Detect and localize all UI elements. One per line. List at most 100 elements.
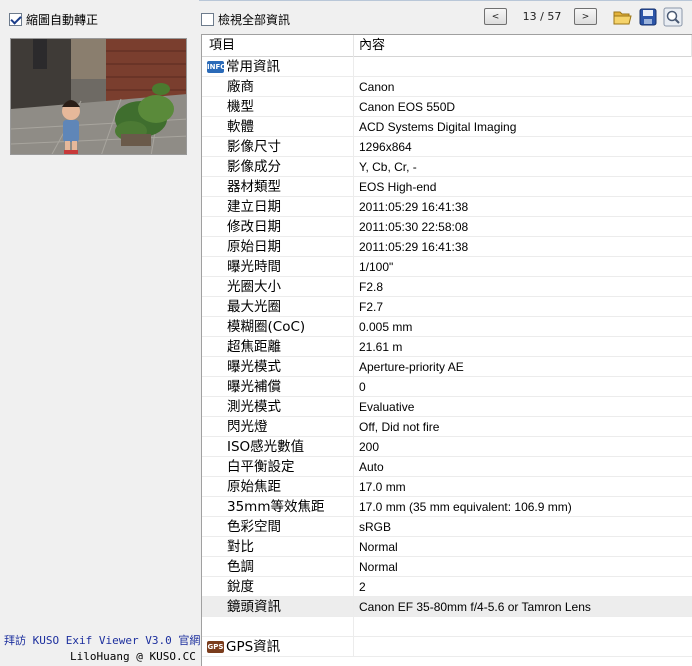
column-header-item[interactable]: 項目 bbox=[202, 35, 354, 57]
table-row[interactable]: 軟體 ACD Systems Digital Imaging bbox=[202, 117, 692, 137]
row-value: 2011:05:29 16:41:38 bbox=[359, 240, 469, 254]
spacer-row bbox=[202, 617, 692, 637]
table-row[interactable]: 影像尺寸 1296x864 bbox=[202, 137, 692, 157]
row-value: Evaluative bbox=[359, 400, 415, 414]
row-value: Auto bbox=[359, 460, 384, 474]
group-row-gps[interactable]: GPS GPS資訊 bbox=[202, 637, 692, 657]
image-counter: 13 / 57 bbox=[522, 10, 562, 23]
row-item: 曝光模式 bbox=[202, 357, 354, 377]
prev-button[interactable]: < bbox=[484, 8, 507, 25]
row-value: sRGB bbox=[359, 520, 392, 534]
table-row[interactable]: 色彩空間 sRGB bbox=[202, 517, 692, 537]
row-value: 2011:05:29 16:41:38 bbox=[359, 200, 469, 214]
exif-table: 項目 內容 INFO 常用資訊 廠商 Canon 機型 Canon EOS 550D 軟… bbox=[201, 34, 692, 666]
row-item: 影像成分 bbox=[202, 157, 354, 177]
show-all-label: 檢視全部資訊 bbox=[218, 13, 291, 27]
photo-thumbnail-image bbox=[11, 39, 186, 154]
row-value: Y, Cb, Cr, - bbox=[359, 160, 417, 174]
row-item: 曝光時間 bbox=[202, 257, 354, 277]
row-item: 對比 bbox=[202, 537, 354, 557]
info-icon: INFO bbox=[207, 61, 227, 73]
show-all-checkbox[interactable] bbox=[201, 13, 214, 26]
table-row[interactable]: 色調 Normal bbox=[202, 557, 692, 577]
row-value: Canon EOS 550D bbox=[359, 100, 456, 114]
row-item: 影像尺寸 bbox=[202, 137, 354, 157]
auto-rotate-checkbox[interactable] bbox=[9, 12, 22, 26]
table-row[interactable]: 閃光燈 Off, Did not fire bbox=[202, 417, 692, 437]
table-row[interactable]: 廠商 Canon bbox=[202, 77, 692, 97]
table-row[interactable]: 光圈大小 F2.8 bbox=[202, 277, 692, 297]
row-item: 色調 bbox=[202, 557, 354, 577]
table-row[interactable]: 35mm等效焦距 17.0 mm (35 mm equivalent: 106.9… bbox=[202, 497, 692, 517]
table-row[interactable]: 曝光時間 1/100" bbox=[202, 257, 692, 277]
row-value: F2.8 bbox=[359, 280, 384, 294]
table-row[interactable]: 白平衡設定 Auto bbox=[202, 457, 692, 477]
row-item: 機型 bbox=[202, 97, 354, 117]
row-item: 35mm等效焦距 bbox=[202, 497, 354, 517]
row-item: 曝光補償 bbox=[202, 377, 354, 397]
table-row[interactable]: 銳度 2 bbox=[202, 577, 692, 597]
table-row[interactable]: 模糊圈(CoC) 0.005 mm bbox=[202, 317, 692, 337]
row-item: ISO感光數值 bbox=[202, 437, 354, 457]
table-row[interactable]: ISO感光數值 200 bbox=[202, 437, 692, 457]
table-row[interactable]: 曝光模式 Aperture-priority AE bbox=[202, 357, 692, 377]
official-site-link[interactable]: 拜訪 KUSO Exif Viewer V3.0 官網 bbox=[4, 632, 200, 648]
table-row[interactable]: 最大光圈 F2.7 bbox=[202, 297, 692, 317]
row-item: 白平衡設定 bbox=[202, 457, 354, 477]
table-row[interactable]: 對比 Normal bbox=[202, 537, 692, 557]
table-row[interactable]: 曝光補償 0 bbox=[202, 377, 692, 397]
show-all-option[interactable]: 檢視全部資訊 bbox=[201, 11, 290, 28]
row-item: 鏡頭資訊 bbox=[202, 597, 354, 617]
row-item: 閃光燈 bbox=[202, 417, 354, 437]
table-row[interactable]: 測光模式 Evaluative bbox=[202, 397, 692, 417]
table-header: 項目 內容 bbox=[202, 35, 692, 57]
row-value: Off, Did not fire bbox=[359, 420, 440, 434]
table-row[interactable]: 鏡頭資訊 Canon EF 35-80mm f/4-5.6 or Tamron L… bbox=[202, 597, 692, 617]
auto-rotate-label: 縮圖自動轉正 bbox=[26, 12, 99, 27]
row-value: Normal bbox=[359, 540, 398, 554]
row-item: 修改日期 bbox=[202, 217, 354, 237]
row-value: 17.0 mm (35 mm equivalent: 106.9 mm) bbox=[359, 500, 572, 514]
row-item: 建立日期 bbox=[202, 197, 354, 217]
row-value: 21.61 m bbox=[359, 340, 403, 354]
row-item: 超焦距離 bbox=[202, 337, 354, 357]
group-row-general[interactable]: INFO 常用資訊 bbox=[202, 57, 692, 77]
column-header-content[interactable]: 內容 bbox=[354, 35, 692, 57]
table-row[interactable]: 修改日期 2011:05:30 22:58:08 bbox=[202, 217, 692, 237]
row-value: F2.7 bbox=[359, 300, 384, 314]
row-value: Normal bbox=[359, 560, 398, 574]
auto-rotate-option[interactable]: 縮圖自動轉正 bbox=[9, 11, 98, 27]
row-value: Canon EF 35-80mm f/4-5.6 or Tamron Lens bbox=[359, 600, 591, 614]
row-value: 17.0 mm bbox=[359, 480, 406, 494]
table-row[interactable]: 機型 Canon EOS 550D bbox=[202, 97, 692, 117]
row-value: EOS High-end bbox=[359, 180, 437, 194]
row-item: 器材類型 bbox=[202, 177, 354, 197]
author-credit: LiloHuang @ KUSO.CC bbox=[70, 650, 196, 663]
group-label-general: 常用資訊 bbox=[226, 59, 280, 75]
table-row[interactable]: 建立日期 2011:05:29 16:41:38 bbox=[202, 197, 692, 217]
table-row[interactable]: 超焦距離 21.61 m bbox=[202, 337, 692, 357]
row-item: 原始焦距 bbox=[202, 477, 354, 497]
photo-thumbnail[interactable] bbox=[10, 38, 187, 155]
row-item: 測光模式 bbox=[202, 397, 354, 417]
row-value: 1296x864 bbox=[359, 140, 412, 154]
row-item: 模糊圈(CoC) bbox=[202, 317, 354, 337]
zoom-icon[interactable] bbox=[663, 7, 683, 27]
row-item: 廠商 bbox=[202, 77, 354, 97]
row-item: 原始日期 bbox=[202, 237, 354, 257]
row-value: ACD Systems Digital Imaging bbox=[359, 120, 517, 134]
open-folder-icon[interactable] bbox=[612, 7, 632, 27]
row-value: 1/100" bbox=[359, 260, 394, 274]
table-row[interactable]: 原始焦距 17.0 mm bbox=[202, 477, 692, 497]
table-row[interactable]: 器材類型 EOS High-end bbox=[202, 177, 692, 197]
row-item: 軟體 bbox=[202, 117, 354, 137]
table-row[interactable]: 影像成分 Y, Cb, Cr, - bbox=[202, 157, 692, 177]
table-row[interactable]: 原始日期 2011:05:29 16:41:38 bbox=[202, 237, 692, 257]
next-arrow-icon: > bbox=[581, 11, 590, 22]
row-item: 銳度 bbox=[202, 577, 354, 597]
next-button[interactable]: > bbox=[574, 8, 597, 25]
row-item: 光圈大小 bbox=[202, 277, 354, 297]
save-icon[interactable] bbox=[638, 7, 658, 27]
row-value: Aperture-priority AE bbox=[359, 360, 464, 374]
gps-icon: GPS bbox=[207, 641, 224, 653]
